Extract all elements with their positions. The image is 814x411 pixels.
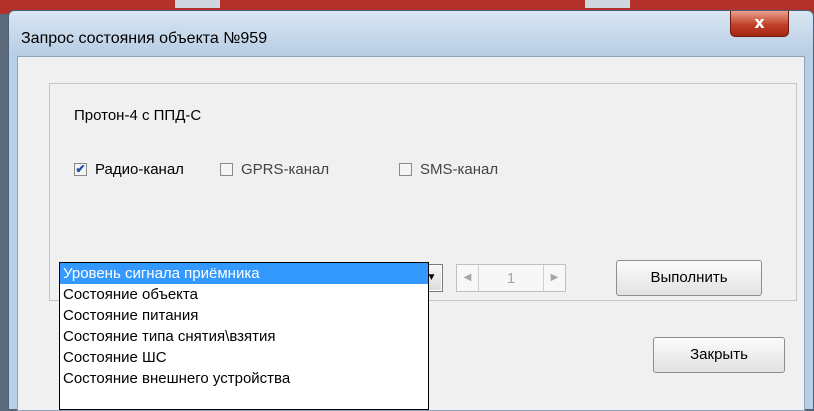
device-label: Протон-4 с ППД-С <box>74 107 202 124</box>
radio-channel-label: Радио-канал <box>95 161 184 178</box>
window-title: Запрос состояния объекта №959 <box>21 30 268 47</box>
background-app-button <box>175 0 220 8</box>
spinner-value: 1 <box>506 269 516 287</box>
checkbox-box[interactable] <box>399 163 412 176</box>
title-bar[interactable]: Запрос состояния объекта №959 x <box>9 11 813 55</box>
checkmark-icon[interactable]: ✔ <box>74 163 87 176</box>
index-spinner: ◀ 1 ▶ <box>456 264 566 292</box>
close-dialog-button[interactable]: Закрыть <box>653 337 785 373</box>
close-icon: x <box>754 13 765 32</box>
dropdown-option[interactable]: Состояние питания <box>60 305 428 326</box>
chevron-left-icon[interactable]: ◀ <box>457 265 479 291</box>
window-close-button[interactable]: x <box>730 11 789 37</box>
dropdown-option[interactable]: Состояние внешнего устройства <box>60 368 428 389</box>
request-type-dropdown-list: Уровень сигнала приёмника Состояние объе… <box>59 262 429 410</box>
dropdown-option[interactable]: Состояние ШС <box>60 347 428 368</box>
gprs-channel-checkbox[interactable]: GPRS-канал <box>220 161 329 178</box>
chevron-right-icon[interactable]: ▶ <box>543 265 565 291</box>
sms-channel-checkbox[interactable]: SMS-канал <box>399 161 498 178</box>
radio-channel-checkbox[interactable]: ✔ Радио-канал <box>74 161 184 178</box>
execute-button[interactable]: Выполнить <box>616 260 762 296</box>
sms-channel-label: SMS-канал <box>420 161 499 178</box>
checkbox-box[interactable] <box>220 163 233 176</box>
dropdown-option[interactable]: Состояние типа снятия\взятия <box>60 326 428 347</box>
dropdown-option[interactable]: Состояние объекта <box>60 284 428 305</box>
gprs-channel-label: GPRS-канал <box>241 161 330 178</box>
background-app-button <box>585 0 630 8</box>
dropdown-option[interactable]: Уровень сигнала приёмника <box>60 263 428 284</box>
